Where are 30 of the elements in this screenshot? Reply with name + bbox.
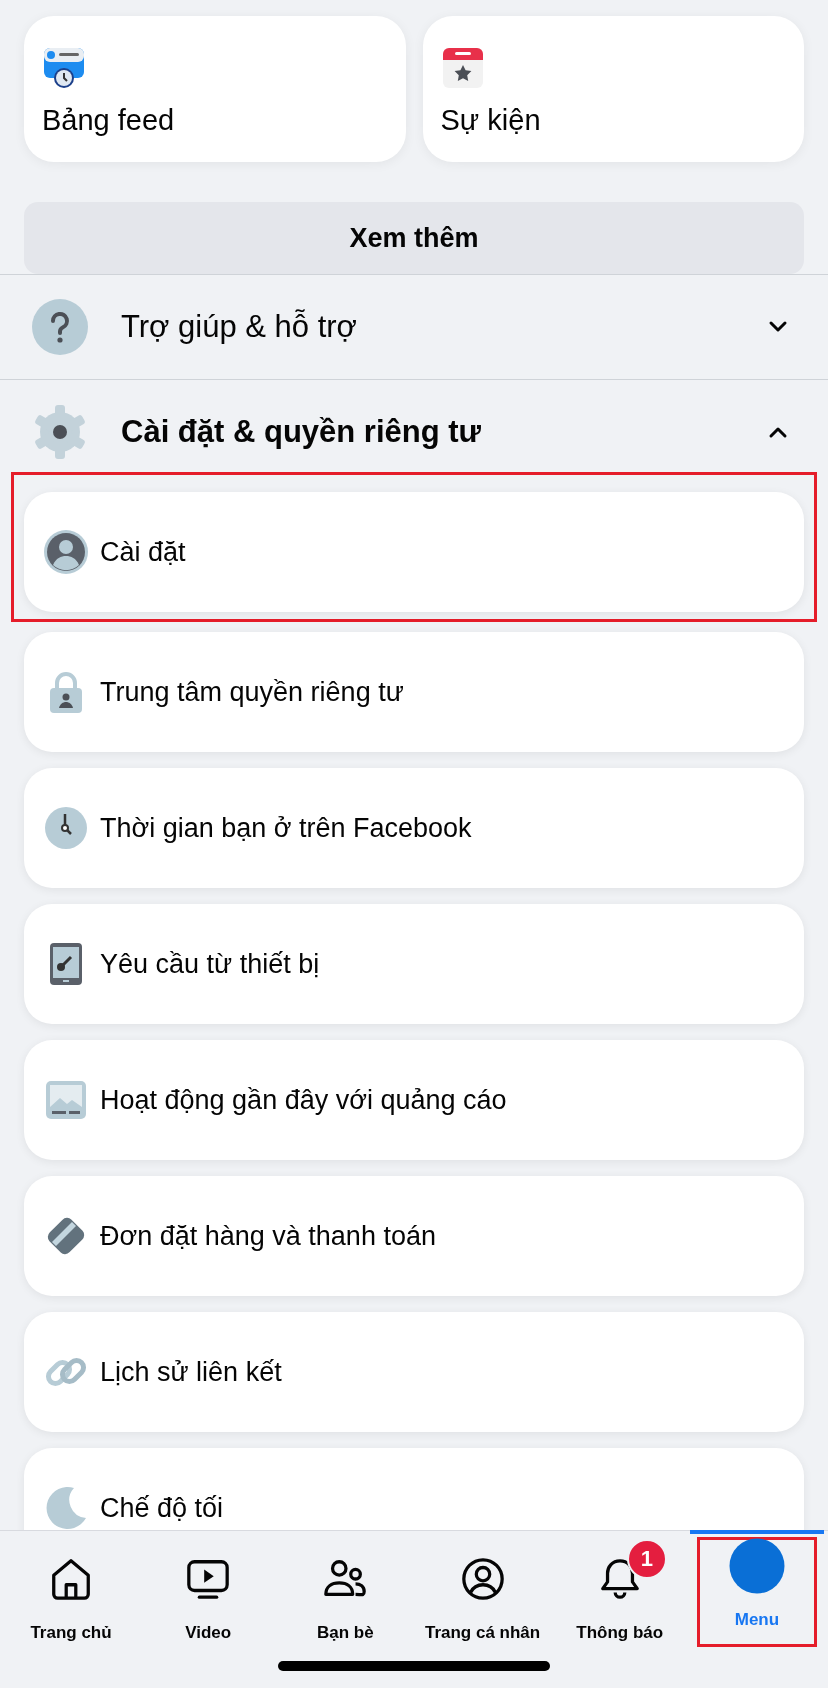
- chevron-down-icon[interactable]: [768, 320, 788, 334]
- nav-tab[interactable]: 1 Thông báo: [552, 1531, 687, 1655]
- menu-item[interactable]: Trung tâm quyền riêng tư: [24, 632, 804, 752]
- section-title[interactable]: Cài đặt & quyền riêng tư: [121, 414, 768, 450]
- shortcut-card[interactable]: Sự kiện: [422, 16, 804, 162]
- menu-item[interactable]: Yêu cầu từ thiết bị: [24, 904, 804, 1024]
- menu-item[interactable]: Hoạt động gần đây với quảng cáo: [24, 1040, 804, 1160]
- shortcut-card[interactable]: Bảng feed: [24, 16, 406, 162]
- nav-tab[interactable]: Bạn bè: [278, 1531, 413, 1655]
- clock-icon: [44, 806, 88, 850]
- section-title[interactable]: Trợ giúp & hỗ trợ: [121, 309, 768, 345]
- settings-icon: [32, 404, 88, 460]
- image-icon: [44, 1078, 88, 1122]
- nav-tab[interactable]: Video: [141, 1531, 276, 1655]
- list-clock-icon: [42, 46, 86, 90]
- menu-item[interactable]: Cài đặt: [24, 492, 804, 612]
- menu-item[interactable]: Lịch sử liên kết: [24, 1312, 804, 1432]
- nav-tab[interactable]: Trang chủ: [4, 1531, 138, 1655]
- notification-badge: 1: [626, 1539, 667, 1579]
- nav-tab[interactable]: Menu: [689, 1530, 824, 1654]
- moon-icon: [44, 1486, 88, 1530]
- nav-tab[interactable]: Trang cá nhân: [415, 1531, 550, 1655]
- profile-icon: [459, 1556, 506, 1602]
- menu-item[interactable]: Đơn đặt hàng và thanh toán: [24, 1176, 804, 1296]
- help-icon: [32, 299, 88, 355]
- person-icon: [44, 530, 88, 574]
- menu-item[interactable]: Thời gian bạn ở trên Facebook: [24, 768, 804, 888]
- see-more-button[interactable]: Xem thêm: [24, 202, 804, 274]
- menu-item[interactable]: Chế độ tối: [24, 1448, 804, 1530]
- chevron-up-icon[interactable]: [768, 425, 788, 439]
